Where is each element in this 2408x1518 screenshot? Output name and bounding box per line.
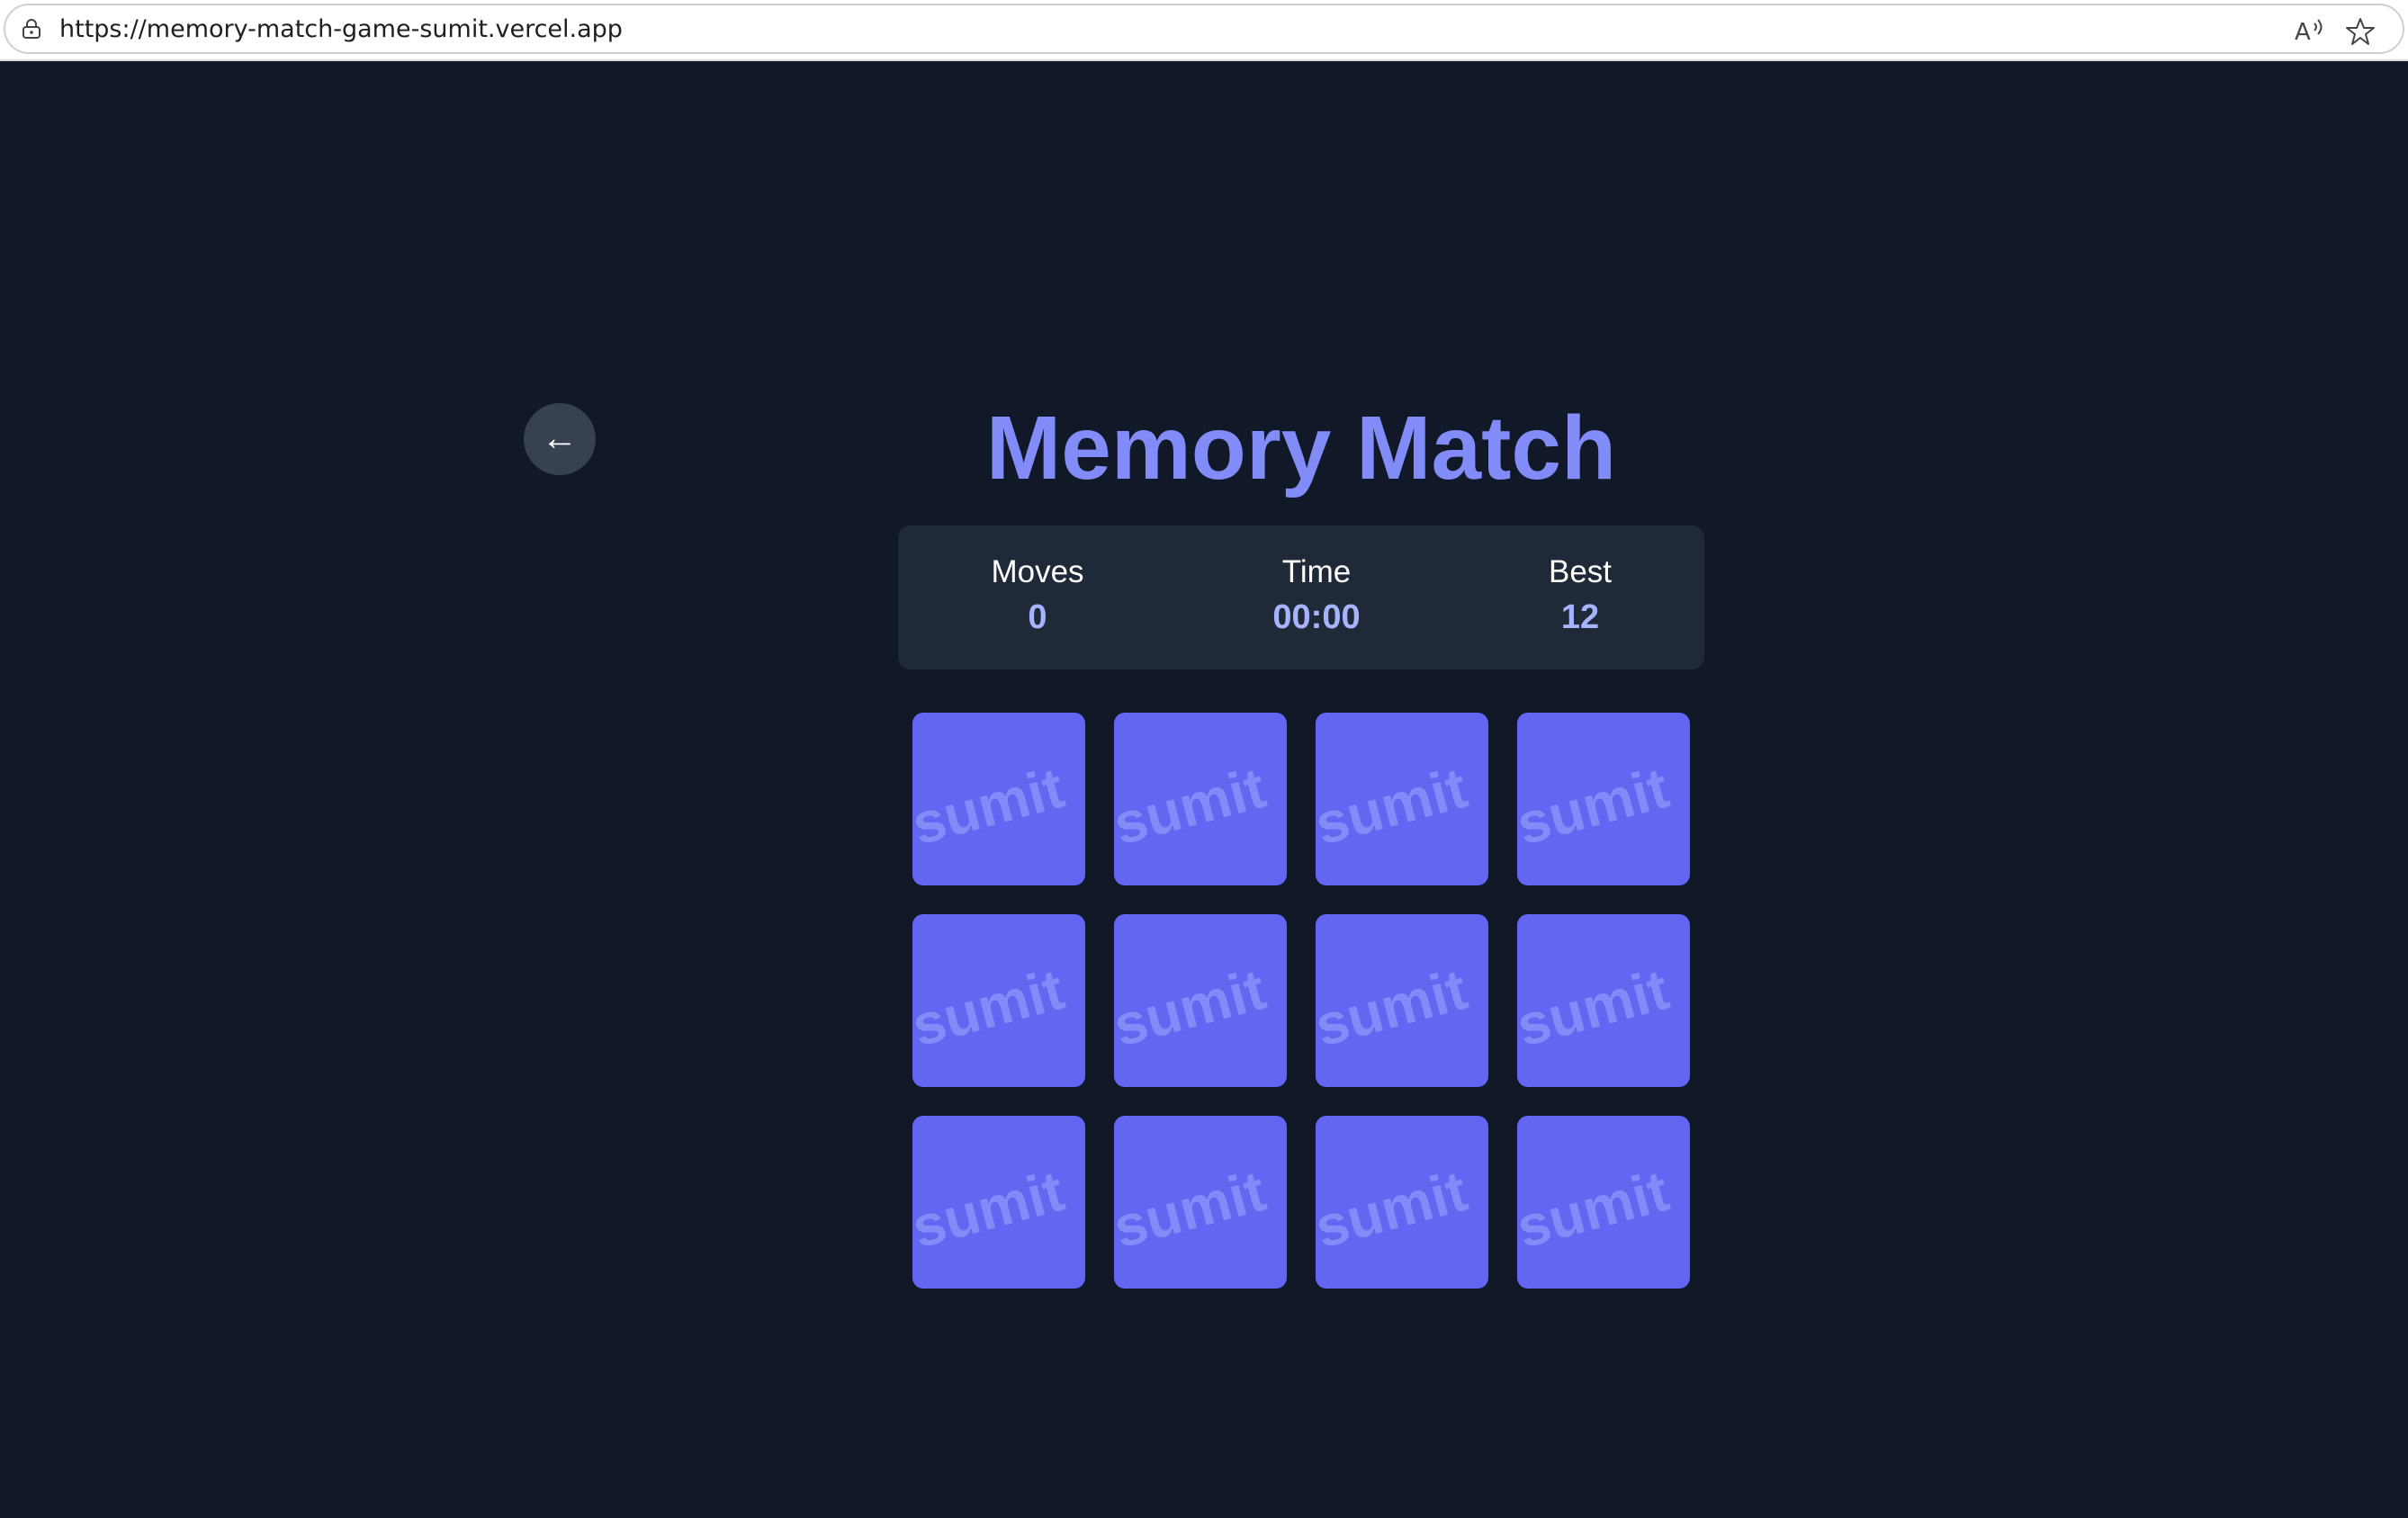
time-label: Time [1281, 554, 1352, 589]
memory-card[interactable]: sumit [912, 914, 1085, 1087]
card-back-text: sumit [1316, 754, 1474, 858]
memory-card[interactable]: sumit [1114, 713, 1287, 885]
time-stat: Time 00:00 [1217, 552, 1415, 642]
card-back-text: sumit [912, 754, 1071, 858]
card-back-text: sumit [1517, 754, 1676, 858]
memory-card[interactable]: sumit [1114, 1116, 1287, 1289]
memory-card[interactable]: sumit [1517, 914, 1690, 1087]
card-back-text: sumit [912, 1157, 1071, 1261]
card-back-text: sumit [1114, 754, 1272, 858]
card-back-text: sumit [1114, 1157, 1272, 1261]
page-title: Memory Match [985, 398, 1617, 499]
game-area: ← Memory Match Moves 0 Time 00:00 Best 1… [0, 61, 2408, 1518]
card-back-text: sumit [1316, 1157, 1474, 1261]
memory-card[interactable]: sumit [1114, 914, 1287, 1087]
card-back-text: sumit [912, 956, 1071, 1059]
moves-label: Moves [991, 554, 1084, 589]
lock-icon[interactable] [22, 18, 41, 40]
memory-card[interactable]: sumit [1316, 914, 1488, 1087]
stats-panel: Moves 0 Time 00:00 Best 12 [898, 525, 1704, 669]
memory-card[interactable]: sumit [1316, 713, 1488, 885]
browser-address-bar: https://memory-match-game-sumit.vercel.a… [0, 0, 2408, 61]
card-back-text: sumit [1316, 956, 1474, 1059]
moves-stat: Moves 0 [939, 552, 1137, 642]
card-grid: sumit sumit sumit sumit sumit sumit sumi… [912, 713, 1690, 1289]
memory-card[interactable]: sumit [1517, 1116, 1690, 1289]
memory-card[interactable]: sumit [1316, 1116, 1488, 1289]
best-value: 12 [1560, 598, 1600, 636]
memory-card[interactable]: sumit [912, 1116, 1085, 1289]
url-box[interactable]: https://memory-match-game-sumit.vercel.a… [4, 4, 2404, 54]
read-aloud-icon[interactable]: A [2295, 16, 2327, 46]
card-back-text: sumit [1517, 956, 1676, 1059]
memory-card[interactable]: sumit [1517, 713, 1690, 885]
svg-text:A: A [2295, 19, 2311, 45]
best-stat: Best 12 [1481, 552, 1679, 642]
best-label: Best [1548, 554, 1613, 589]
card-back-text: sumit [1517, 1157, 1676, 1261]
star-icon[interactable] [2345, 16, 2376, 47]
memory-card[interactable]: sumit [912, 713, 1085, 885]
card-back-text: sumit [1114, 956, 1272, 1059]
moves-value: 0 [1028, 598, 1047, 636]
time-value: 00:00 [1272, 598, 1361, 636]
url-text[interactable]: https://memory-match-game-sumit.vercel.a… [59, 14, 623, 45]
